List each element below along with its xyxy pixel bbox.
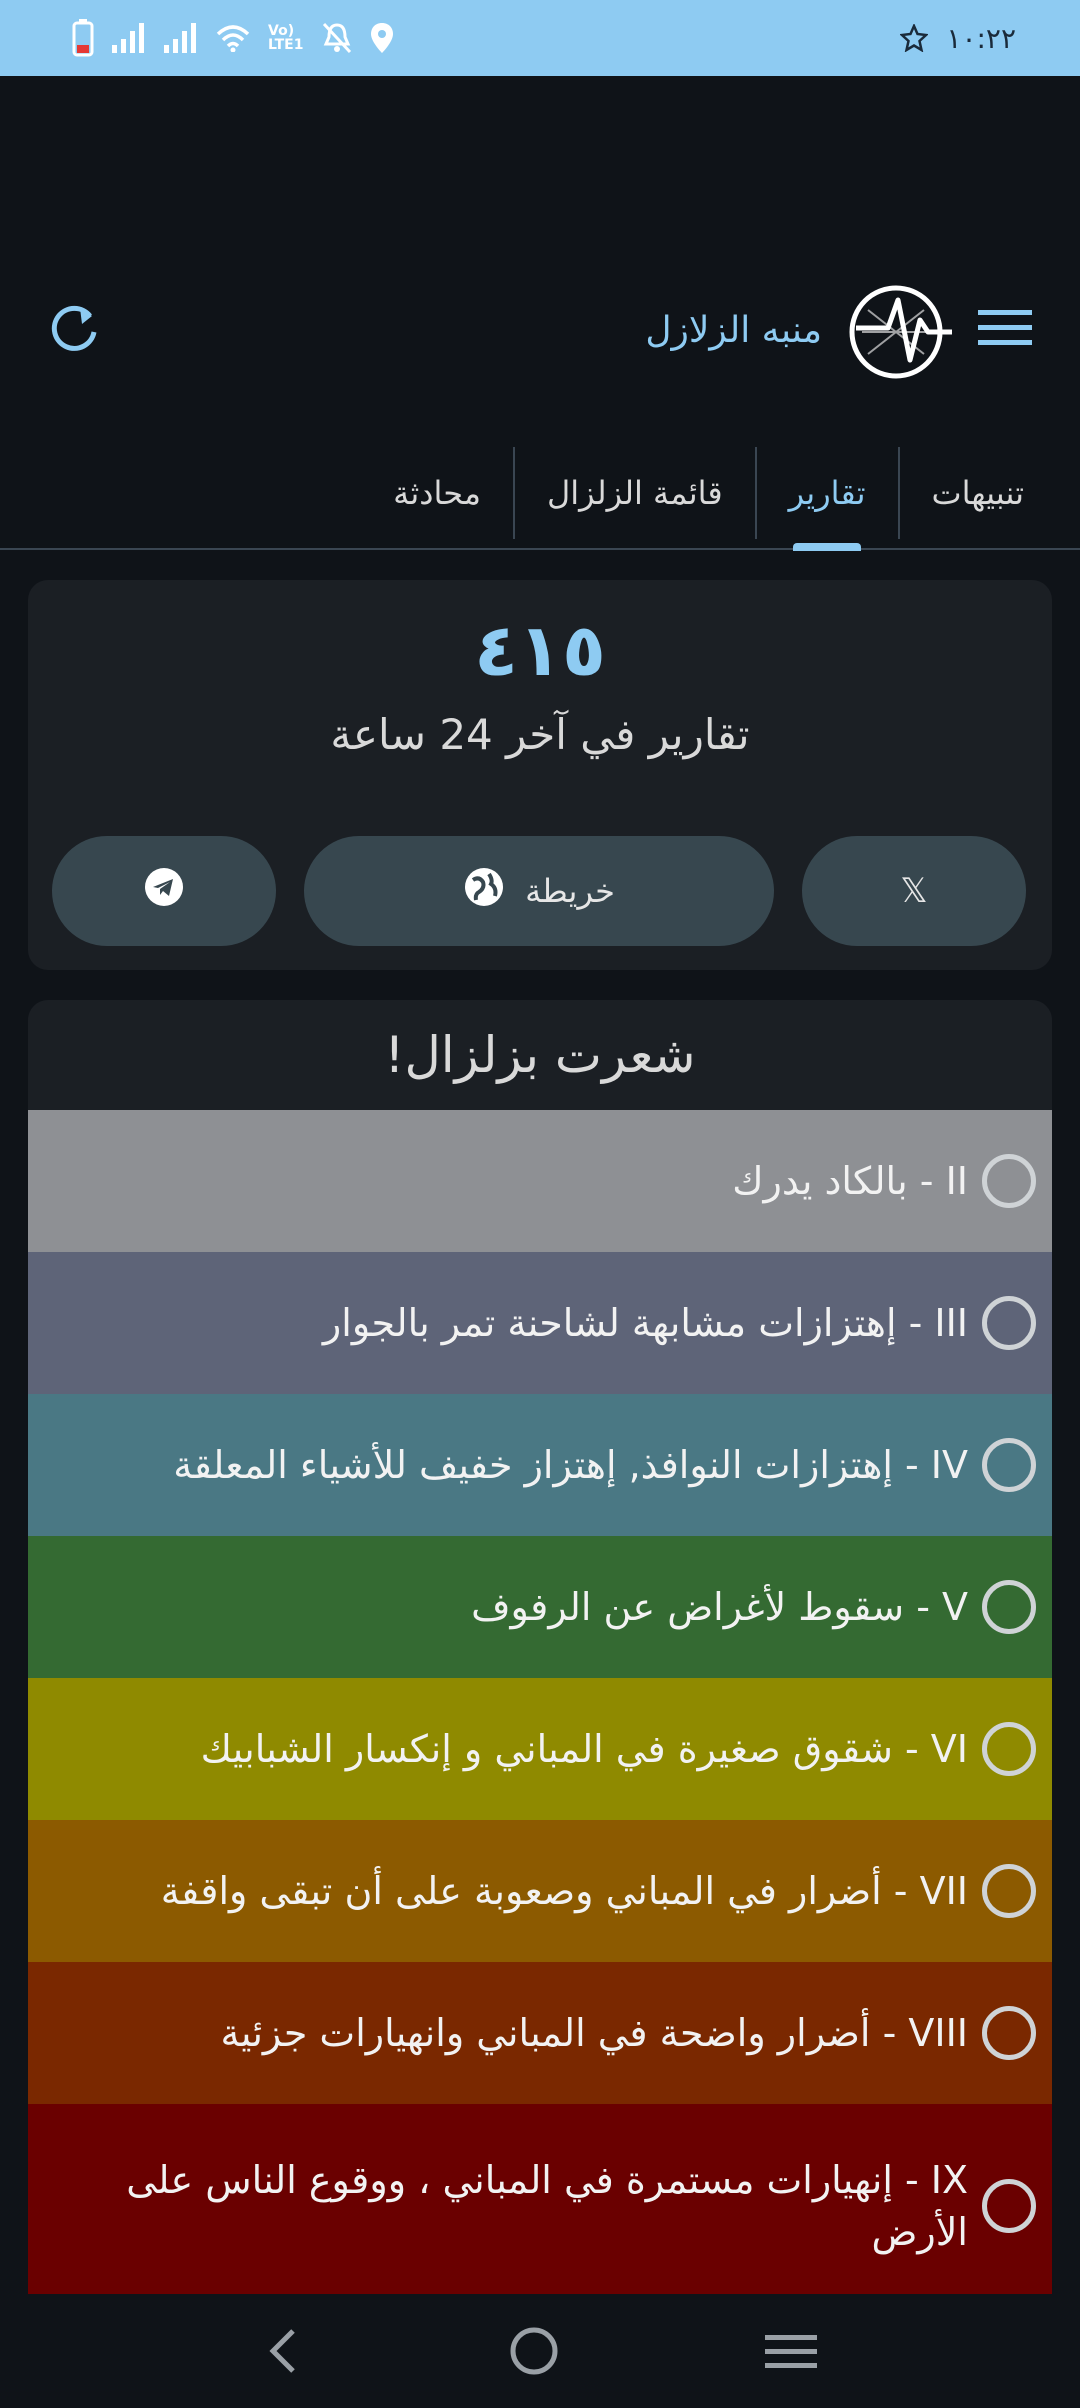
wifi-icon — [216, 24, 250, 52]
tab-reports-label: تقارير — [788, 474, 866, 512]
lte-icon: Vo) LTE1 — [268, 23, 304, 53]
intensity-option-vii[interactable]: VII - أضرار في المباني وصعوبة على أن تبق… — [28, 1820, 1052, 1962]
intensity-label: III - إهتزازات مشابهة لشاحنة تمر بالجوار — [322, 1301, 968, 1345]
app-bar: منبه الزلازل — [0, 250, 1080, 410]
globe-icon — [463, 866, 505, 916]
system-nav-bar — [0, 2294, 1080, 2408]
share-buttons-row: خريطة 𝕏 — [52, 836, 1026, 946]
radio-button[interactable] — [982, 2006, 1036, 2060]
active-tab-indicator — [793, 543, 862, 551]
status-bar: Vo) LTE1 ١٠:٢٢ — [0, 0, 1080, 76]
reports-caption: تقارير في آخر 24 ساعة — [330, 710, 750, 759]
reports-count: ٤١٥ — [474, 608, 606, 692]
hamburger-menu-icon[interactable] — [978, 308, 1032, 352]
earthquake-logo-icon — [848, 280, 952, 380]
radio-button[interactable] — [982, 1722, 1036, 1776]
radio-button[interactable] — [982, 1580, 1036, 1634]
back-chevron-icon[interactable] — [263, 2327, 303, 2375]
refresh-icon[interactable] — [48, 302, 100, 358]
status-right: ١٠:٢٢ — [900, 22, 1016, 55]
telegram-button[interactable] — [52, 836, 276, 946]
mute-bell-icon — [322, 22, 352, 54]
intensity-option-iv[interactable]: IV - إهتزازات النوافذ, إهتزاز خفيف للأشي… — [28, 1394, 1052, 1536]
status-time: ١٠:٢٢ — [946, 21, 1016, 55]
intensity-option-iii[interactable]: III - إهتزازات مشابهة لشاحنة تمر بالجوار — [28, 1252, 1052, 1394]
tab-bar: تنبيهات تقارير قائمة الزلزال محادثة — [0, 438, 1080, 551]
radio-button[interactable] — [982, 1154, 1036, 1208]
telegram-icon — [144, 867, 184, 915]
intensity-option-v[interactable]: V - سقوط لأغراض عن الرفوف — [28, 1536, 1052, 1678]
intensity-option-ii[interactable]: II - بالكاد يدرك — [28, 1110, 1052, 1252]
tab-chat[interactable]: محادثة — [361, 447, 513, 539]
radio-button[interactable] — [982, 1296, 1036, 1350]
star-outline-icon — [900, 24, 929, 52]
tab-chat-label: محادثة — [393, 474, 482, 512]
radio-button[interactable] — [982, 2179, 1036, 2233]
x-share-button[interactable]: 𝕏 — [802, 836, 1026, 946]
home-circle-icon[interactable] — [508, 2325, 560, 2377]
tab-alerts-label: تنبيهات — [931, 474, 1025, 512]
reports-summary-card: ٤١٥ تقارير في آخر 24 ساعة خريطة 𝕏 — [28, 580, 1052, 970]
app-title: منبه الزلازل — [645, 309, 822, 351]
intensity-label: VII - أضرار في المباني وصعوبة على أن تبق… — [160, 1869, 968, 1913]
tab-earthquake-list[interactable]: قائمة الزلزال — [513, 447, 755, 539]
felt-title: شعرت بزلزال! — [384, 1026, 696, 1084]
intensity-label: VI - شقوق صغيرة في المباني و إنكسار الشب… — [200, 1727, 968, 1771]
intensity-label: IV - إهتزازات النوافذ, إهتزاز خفيف للأشي… — [173, 1443, 968, 1487]
signal-icon-2 — [164, 23, 198, 53]
recents-menu-icon[interactable] — [765, 2331, 818, 2371]
battery-icon — [72, 19, 94, 57]
tab-earthquake-list-label: قائمة الزلزال — [547, 474, 723, 512]
intensity-label: II - بالكاد يدرك — [732, 1159, 968, 1203]
intensity-label: IX - إنهيارات مستمرة في المباني ، ووقوع … — [126, 2158, 968, 2254]
app-bar-right: منبه الزلازل — [645, 280, 1032, 380]
intensity-option-ix[interactable]: IX - إنهيارات مستمرة في المباني ، ووقوع … — [28, 2104, 1052, 2300]
intensity-label: V - سقوط لأغراض عن الرفوف — [471, 1585, 968, 1629]
tab-alerts[interactable]: تنبيهات — [897, 447, 1057, 539]
location-icon — [370, 22, 394, 54]
radio-button[interactable] — [982, 1438, 1036, 1492]
x-share-label: 𝕏 — [900, 871, 928, 911]
tab-reports[interactable]: تقارير — [754, 447, 898, 551]
signal-icon — [112, 23, 146, 53]
intensity-label: VIII - أضرار واضحة في المباني وانهيارات … — [220, 2011, 968, 2055]
felt-earthquake-card: شعرت بزلزال! II - بالكاد يدرك III - إهتز… — [28, 1000, 1052, 2300]
map-button-label: خريطة — [525, 872, 615, 910]
map-button[interactable]: خريطة — [304, 836, 774, 946]
status-icons: Vo) LTE1 — [72, 19, 394, 57]
intensity-option-viii[interactable]: VIII - أضرار واضحة في المباني وانهيارات … — [28, 1962, 1052, 2104]
intensity-option-vi[interactable]: VI - شقوق صغيرة في المباني و إنكسار الشب… — [28, 1678, 1052, 1820]
radio-button[interactable] — [982, 1864, 1036, 1918]
